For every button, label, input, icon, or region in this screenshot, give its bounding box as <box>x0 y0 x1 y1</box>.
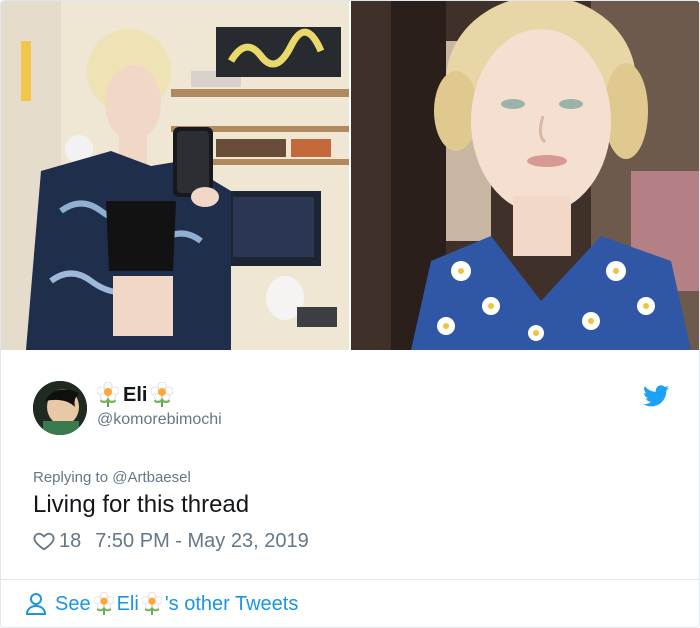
like-count[interactable]: 18 <box>59 530 81 553</box>
flower-emoji-icon <box>141 591 163 616</box>
author-display-name[interactable]: Eli <box>96 381 222 409</box>
tweet-author-header: Eli @komorebimochi <box>33 381 673 437</box>
replying-to-line: Replying to @Artbaesel <box>33 469 191 486</box>
see-other-tweets-link[interactable]: See Eli 's other Tweets <box>25 589 298 619</box>
twitter-bird-icon[interactable] <box>643 385 669 407</box>
tweet-meta: 18 7:50 PM - May 23, 2019 <box>33 529 309 553</box>
see-label: See <box>55 592 91 615</box>
footer-suffix: 's other Tweets <box>164 592 299 615</box>
tweet-text: Living for this thread <box>33 491 250 518</box>
photo-close-up-portrait-drawing <box>351 1 699 350</box>
tweet-media <box>1 1 699 350</box>
tweet-embed-card: Eli @komorebimochi Replying to @Artbaese… <box>0 0 700 628</box>
photo-mirror-selfie[interactable] <box>1 1 349 350</box>
flower-emoji-icon <box>93 591 115 616</box>
flower-emoji-icon <box>96 381 120 408</box>
photo-close-up-portrait[interactable] <box>351 1 699 350</box>
footer-name: Eli <box>116 592 139 615</box>
display-name-text: Eli <box>123 383 148 406</box>
flower-emoji-icon <box>150 381 174 408</box>
photo-mirror-selfie-drawing <box>1 1 349 350</box>
footer-divider <box>1 579 699 580</box>
person-icon <box>25 592 47 616</box>
author-handle[interactable]: @komorebimochi <box>97 411 222 429</box>
author-avatar-image <box>33 381 87 435</box>
author-names: Eli @komorebimochi <box>96 381 222 429</box>
heart-icon[interactable] <box>33 530 55 552</box>
author-avatar[interactable] <box>33 381 87 435</box>
replying-to-prefix: Replying to <box>33 469 109 486</box>
tweet-timestamp[interactable]: 7:50 PM - May 23, 2019 <box>95 530 308 553</box>
replying-to-handle[interactable]: @Artbaesel <box>112 469 191 486</box>
